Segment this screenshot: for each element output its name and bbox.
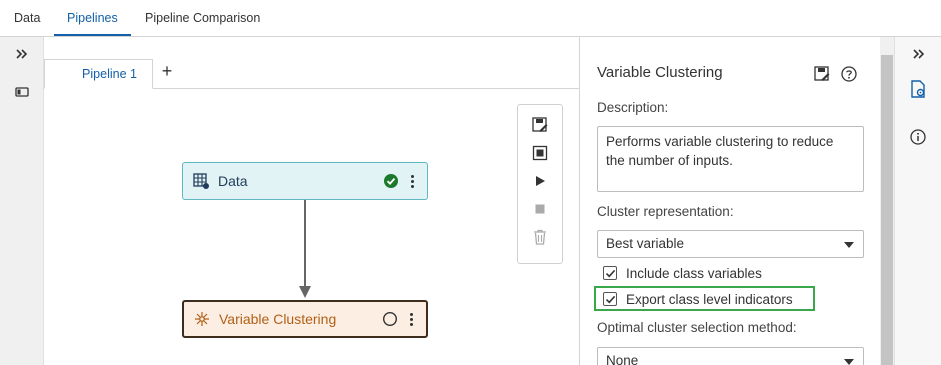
node-properties-icon[interactable]: [909, 80, 927, 98]
export-class-level-indicators-checkbox[interactable]: [603, 292, 617, 306]
properties-panel: Variable Clustering Description: Perform…: [579, 37, 880, 365]
double-chevron-right-icon[interactable]: [13, 45, 31, 63]
data-node[interactable]: Data: [182, 162, 428, 200]
add-pipeline-button[interactable]: +: [160, 62, 174, 82]
cluster-representation-value: Best variable: [606, 236, 685, 251]
right-rail: [894, 37, 941, 365]
include-class-variables-label: Include class variables: [626, 265, 762, 281]
description-label: Description:: [597, 100, 669, 115]
properties-scrollbar-thumb[interactable]: [881, 55, 893, 365]
chevron-down-icon: [844, 359, 854, 365]
pipeline-canvas[interactable]: Pipeline 1 + Data Variable Clustering: [44, 37, 579, 365]
left-rail: [0, 37, 44, 365]
pipeline-tab-bar: Pipeline 1 +: [44, 59, 579, 89]
empty-circle-icon: [382, 311, 398, 327]
connector-line: [304, 200, 306, 287]
data-table-icon: [192, 172, 210, 190]
question-circle-icon[interactable]: [841, 66, 857, 82]
panel-toggle-icon[interactable]: [13, 83, 31, 101]
trash-icon[interactable]: [531, 228, 549, 246]
include-class-variables-checkbox[interactable]: [603, 266, 617, 280]
check-circle-icon: [383, 173, 399, 189]
description-field[interactable]: Performs variable clustering to reduce t…: [597, 126, 864, 192]
tab-pipeline-comparison[interactable]: Pipeline Comparison: [145, 0, 260, 36]
vc-node-menu-icon[interactable]: [406, 312, 416, 326]
optimal-cluster-method-value: None: [606, 353, 639, 365]
properties-title: Variable Clustering: [597, 64, 723, 81]
cluster-icon: [193, 310, 211, 328]
info-circle-icon[interactable]: [909, 128, 927, 146]
optimal-cluster-method-select[interactable]: None: [597, 347, 864, 365]
cluster-representation-select[interactable]: Best variable: [597, 230, 864, 258]
tab-data[interactable]: Data: [14, 0, 40, 36]
include-class-variables-row: Include class variables: [603, 263, 762, 283]
export-class-level-indicators-label: Export class level indicators: [626, 291, 793, 307]
chevron-down-icon: [844, 242, 854, 248]
canvas-toolbar: [517, 104, 563, 264]
double-chevron-right-icon[interactable]: [910, 45, 928, 63]
variable-clustering-node-label: Variable Clustering: [219, 311, 337, 327]
pipeline-tab[interactable]: Pipeline 1: [44, 59, 153, 89]
select-node-icon[interactable]: [531, 144, 549, 162]
top-tab-bar: Data Pipelines Pipeline Comparison: [0, 0, 941, 37]
data-node-menu-icon[interactable]: [407, 174, 417, 188]
export-class-level-indicators-row: Export class level indicators: [603, 289, 793, 309]
cluster-representation-label: Cluster representation:: [597, 204, 734, 219]
run-icon[interactable]: [531, 172, 549, 190]
connector-arrow: [299, 286, 311, 298]
stop-icon[interactable]: [531, 200, 549, 218]
variable-clustering-node[interactable]: Variable Clustering: [182, 300, 428, 338]
optimal-cluster-method-label: Optimal cluster selection method:: [597, 320, 797, 335]
tab-pipelines[interactable]: Pipelines: [54, 0, 131, 36]
save-properties-icon[interactable]: [814, 66, 830, 82]
save-node-icon[interactable]: [531, 116, 549, 134]
data-node-label: Data: [218, 173, 248, 189]
